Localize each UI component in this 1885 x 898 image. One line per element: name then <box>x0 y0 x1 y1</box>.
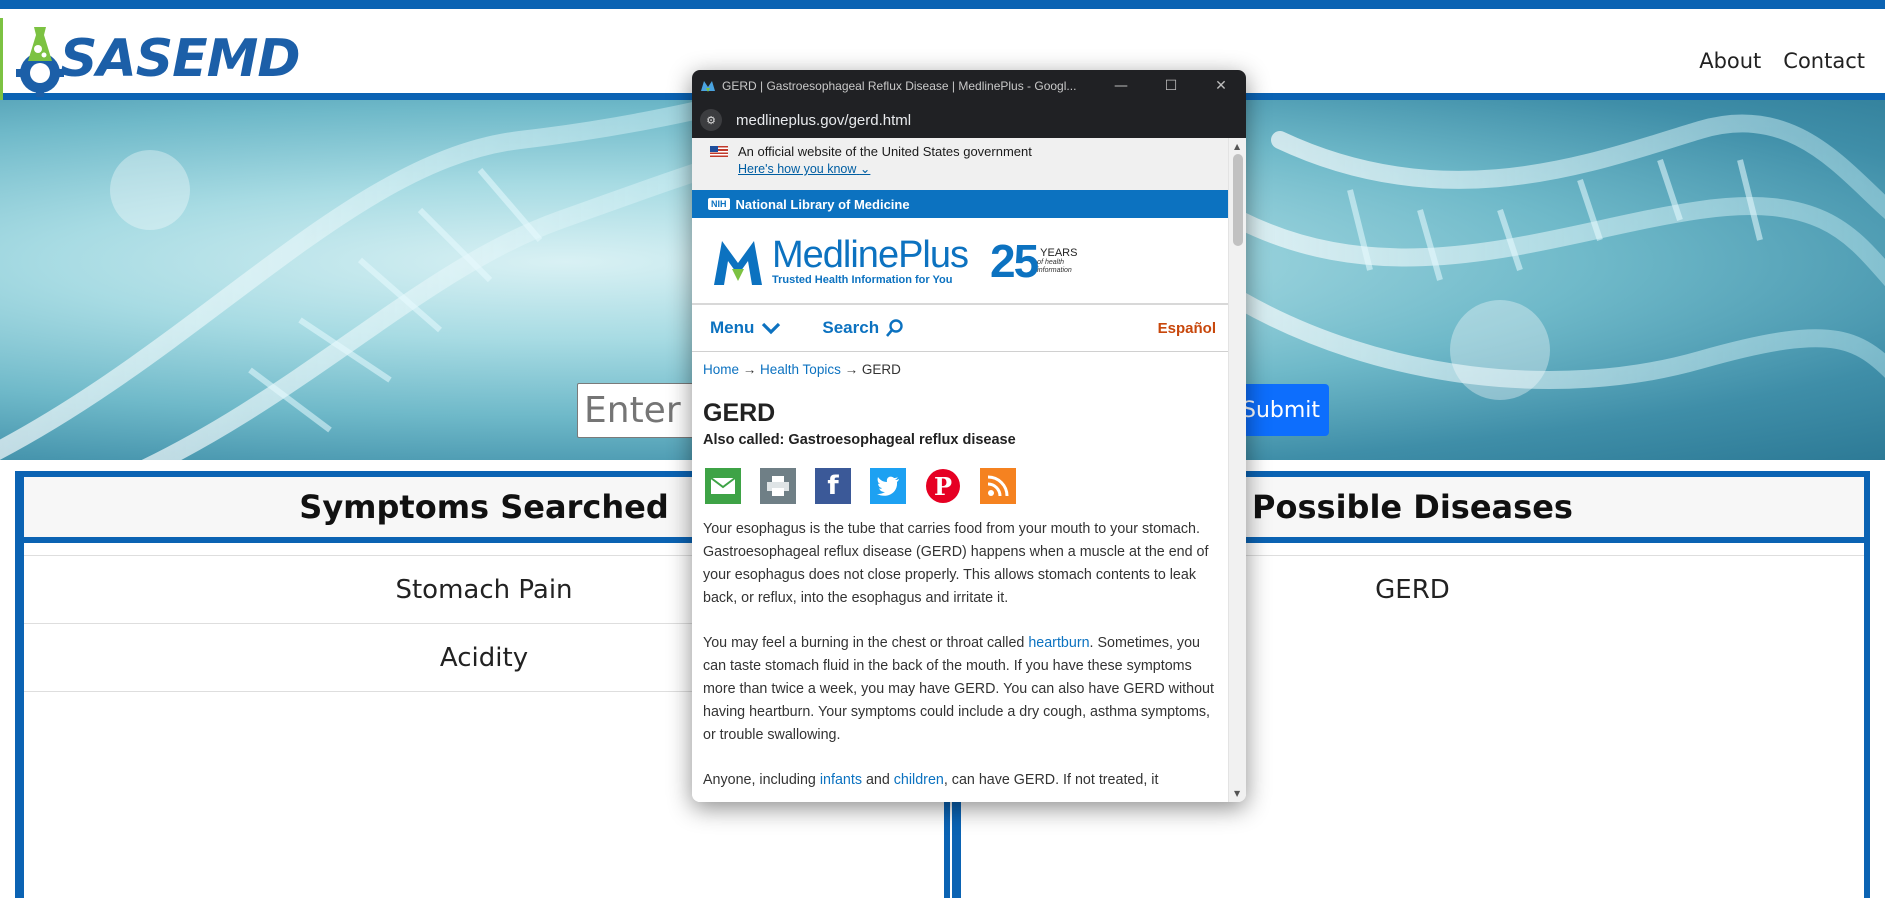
medlineplus-brand-row[interactable]: MedlinePlus Trusted Health Information f… <box>692 218 1228 305</box>
menu-label: Menu <box>710 318 755 337</box>
svg-text:P: P <box>934 472 952 501</box>
site-menu-row: Menu Search Español <box>692 305 1228 352</box>
paragraph-3: Anyone, including infants and children, … <box>703 769 1218 792</box>
breadcrumb-health-topics[interactable]: Health Topics <box>760 362 841 377</box>
nlm-text: National Library of Medicine <box>735 196 910 212</box>
chevron-down-icon <box>762 322 781 335</box>
top-nav: About Contact <box>1699 49 1865 73</box>
close-icon[interactable]: ✕ <box>1196 78 1246 94</box>
search-icon <box>886 319 903 337</box>
years-label: YEARS <box>1040 246 1078 259</box>
nav-about-link[interactable]: About <box>1699 49 1761 73</box>
logo-text: SASEMD <box>60 29 301 89</box>
gov-banner: An official website of the United States… <box>692 138 1228 190</box>
years-sub-1: of health <box>1037 258 1065 266</box>
menu-button[interactable]: Menu <box>710 318 782 338</box>
infants-link[interactable]: infants <box>820 772 862 788</box>
medlineplus-name: MedlinePlus <box>772 233 969 276</box>
paragraph-3-text-b: and <box>861 772 894 788</box>
page-title: GERD <box>703 399 776 427</box>
article-body: Home → Health Topics → GERD GERD Also ca… <box>692 352 1228 792</box>
breadcrumb-sep: → <box>739 362 761 377</box>
nlm-bar[interactable]: NIH National Library of Medicine <box>692 190 1228 218</box>
scroll-down-icon[interactable]: ▼ <box>1234 789 1240 798</box>
facebook-icon[interactable]: f <box>815 468 851 504</box>
maximize-icon[interactable]: ☐ <box>1146 78 1196 94</box>
anniversary-badge: 25 YEARS of health information <box>990 234 1077 288</box>
search-button[interactable]: Search <box>822 318 905 338</box>
medlineplus-favicon-icon <box>701 81 715 92</box>
nih-logo: NIH <box>708 198 730 210</box>
also-called: Also called: Gastroesophageal reflux dis… <box>703 432 1016 448</box>
address-bar[interactable]: ⚙ medlineplus.gov/gerd.html <box>692 102 1246 138</box>
paragraph-2: You may feel a burning in the chest or t… <box>703 632 1218 747</box>
nav-contact-link[interactable]: Contact <box>1783 49 1865 73</box>
rss-icon[interactable] <box>980 468 1016 504</box>
paragraph-2-text-a: You may feel a burning in the chest or t… <box>703 635 1029 651</box>
share-icons: f P <box>705 468 1218 504</box>
email-icon[interactable] <box>705 468 741 504</box>
paragraph-2-text-b: . Sometimes, you can taste stomach fluid… <box>703 635 1214 743</box>
paragraph-3-text-a: Anyone, including <box>703 772 820 788</box>
heartburn-link[interactable]: heartburn <box>1028 635 1089 651</box>
scrollbar-thumb[interactable] <box>1233 154 1243 246</box>
espanol-link[interactable]: Español <box>1158 320 1216 337</box>
chevron-down-icon: ⌄ <box>859 162 871 176</box>
years-number: 25 <box>990 234 1039 287</box>
page-content: An official website of the United States… <box>692 138 1228 802</box>
how-you-know-label: Here's how you know <box>738 162 857 176</box>
browser-popup-window: GERD | Gastroesophageal Reflux Disease |… <box>692 70 1246 802</box>
breadcrumb-sep: → <box>840 362 862 377</box>
breadcrumb: Home → Health Topics → GERD <box>703 362 1218 377</box>
scroll-up-icon[interactable]: ▲ <box>1234 142 1240 151</box>
flask-gear-icon <box>16 27 64 97</box>
twitter-icon[interactable] <box>870 468 906 504</box>
minimize-icon[interactable]: — <box>1096 78 1146 94</box>
gov-banner-text: An official website of the United States… <box>738 144 1032 159</box>
medlineplus-logo-icon <box>714 240 762 285</box>
window-titlebar[interactable]: GERD | Gastroesophageal Reflux Disease |… <box>692 70 1246 102</box>
print-icon[interactable] <box>760 468 796 504</box>
years-sub-2: information <box>1037 266 1072 274</box>
how-you-know-link[interactable]: Here's how you know ⌄ <box>738 161 1228 176</box>
search-label: Search <box>822 318 880 337</box>
us-flag-icon <box>710 146 728 157</box>
paragraph-3-text-c: , can have GERD. If not treated, it <box>943 772 1159 788</box>
site-logo[interactable]: SASEMD <box>16 19 301 99</box>
children-link[interactable]: children <box>894 772 944 788</box>
logo-accent-bar <box>0 18 3 102</box>
paragraph-1: Your esophagus is the tube that carries … <box>703 521 1209 606</box>
pinterest-icon[interactable]: P <box>925 468 961 504</box>
site-settings-icon[interactable]: ⚙ <box>700 109 722 131</box>
breadcrumb-current: GERD <box>861 362 901 377</box>
breadcrumb-home[interactable]: Home <box>703 362 739 377</box>
address-url[interactable]: medlineplus.gov/gerd.html <box>736 112 911 129</box>
window-title: GERD | Gastroesophageal Reflux Disease |… <box>722 79 1077 93</box>
medlineplus-tagline: Trusted Health Information for You <box>772 273 953 286</box>
vertical-scrollbar[interactable]: ▲ ▼ <box>1228 138 1246 802</box>
